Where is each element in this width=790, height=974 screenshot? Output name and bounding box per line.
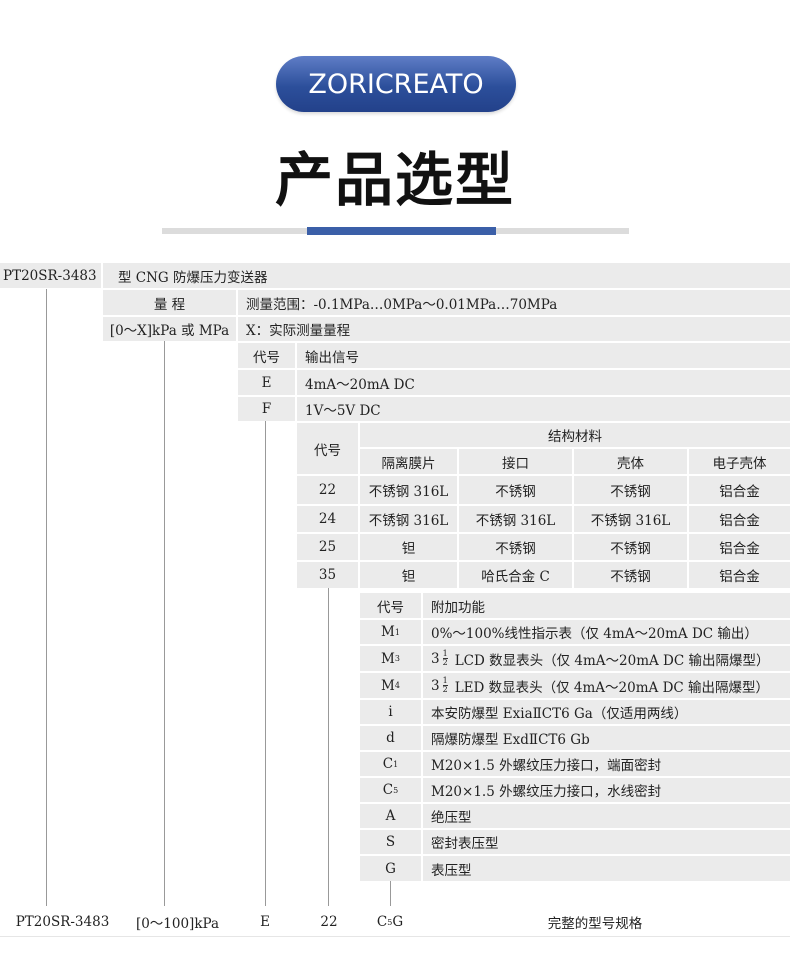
material-cell: 不锈钢 xyxy=(459,534,572,560)
range-code-desc-cell: X：实际测量量程 xyxy=(238,317,790,341)
output-desc-cell: 1V～5V DC xyxy=(297,397,790,421)
function-code-cell: C1 xyxy=(360,752,421,776)
model-desc-cell: 型 CNG 防爆压力变送器 xyxy=(103,263,790,288)
function-desc-header: 附加功能 xyxy=(423,593,790,618)
function-code-cell: d xyxy=(360,726,421,750)
output-code-cell: F xyxy=(238,397,295,421)
function-code-cell: G xyxy=(360,856,421,881)
function-desc-cell: 3 1 2 LED 数显表头（仅 4mA～20mA DC 输出隔爆型） xyxy=(423,673,790,698)
material-cell: 不锈钢 316L xyxy=(574,506,687,532)
connector-line xyxy=(328,588,329,906)
function-desc-cell: 0%～100%线性指示表（仅 4mA～20mA DC 输出） xyxy=(423,620,790,644)
range-desc-cell: 测量范围：-0.1MPa…0MPa～0.01MPa…70MPa xyxy=(238,290,790,315)
material-code-cell: 35 xyxy=(297,562,358,588)
range-code-cell: [0～X]kPa 或 MPa xyxy=(103,317,236,341)
output-code-cell: E xyxy=(238,370,295,395)
material-cell: 哈氏合金 C xyxy=(459,562,572,588)
connector-line xyxy=(265,421,266,906)
material-code-header: 代号 xyxy=(297,423,358,474)
material-cell: 不锈钢 xyxy=(574,562,687,588)
connector-line xyxy=(46,289,47,906)
range-label-cell: 量 程 xyxy=(103,290,236,315)
function-desc-cell: 密封表压型 xyxy=(423,830,790,854)
material-cell: 不锈钢 316L xyxy=(360,476,457,504)
function-desc-cell: 表压型 xyxy=(423,856,790,881)
material-cell: 钽 xyxy=(360,562,457,588)
function-code-cell: M1 xyxy=(360,620,421,644)
example-range: [0～100]kPa xyxy=(135,916,220,932)
model-cell: PT20SR-3483 xyxy=(0,263,101,288)
brand-badge: ZORICREATO xyxy=(276,56,516,112)
function-code-header: 代号 xyxy=(360,593,421,618)
material-cell: 不锈钢 xyxy=(574,534,687,560)
material-cell: 不锈钢 316L xyxy=(459,506,572,532)
output-desc-cell: 4mA～20mA DC xyxy=(297,370,790,395)
example-output: E xyxy=(260,914,270,930)
output-code-header: 代号 xyxy=(238,343,295,368)
material-column-header: 接口 xyxy=(459,449,572,474)
connector-line xyxy=(390,881,391,906)
brand-text: ZORICREATO xyxy=(308,68,484,100)
material-cell: 铝合金 xyxy=(689,534,790,560)
function-code-cell: A xyxy=(360,804,421,828)
function-desc-cell: M20×1.5 外螺纹压力接口，端面密封 xyxy=(423,752,790,776)
fraction-glyph: 12 xyxy=(442,649,448,667)
material-cell: 钽 xyxy=(360,534,457,560)
connector-line xyxy=(164,341,165,906)
output-desc-header: 输出信号 xyxy=(297,343,790,368)
fraction-glyph: 12 xyxy=(442,676,448,694)
material-code-cell: 24 xyxy=(297,506,358,532)
material-code-cell: 22 xyxy=(297,476,358,504)
material-column-header: 隔离膜片 xyxy=(360,449,457,474)
material-cell: 不锈钢 316L xyxy=(360,506,457,532)
function-code-cell: S xyxy=(360,830,421,854)
bottom-divider xyxy=(0,936,790,937)
function-desc-cell: M20×1.5 外螺纹压力接口，水线密封 xyxy=(423,778,790,802)
example-label: 完整的型号规格 xyxy=(547,916,643,932)
function-code-cell: M4 xyxy=(360,673,421,698)
material-column-header: 壳体 xyxy=(574,449,687,474)
example-function: C5G xyxy=(376,914,404,930)
function-desc-cell: 3 1 2 LCD 数显表头（仅 4mA～20mA DC 输出隔爆型） xyxy=(423,646,790,671)
material-cell: 不锈钢 xyxy=(574,476,687,504)
title-underline-accent xyxy=(307,227,496,235)
material-column-header: 电子壳体 xyxy=(689,449,790,474)
function-desc-cell: 隔爆防爆型 ExdⅡCT6 Gb xyxy=(423,726,790,750)
function-code-cell: M3 xyxy=(360,646,421,671)
material-cell: 不锈钢 xyxy=(459,476,572,504)
function-code-cell: C5 xyxy=(360,778,421,802)
function-desc-cell: 绝压型 xyxy=(423,804,790,828)
material-code-cell: 25 xyxy=(297,534,358,560)
example-model: PT20SR-3483 xyxy=(15,914,110,930)
material-cell: 铝合金 xyxy=(689,476,790,504)
example-material: 22 xyxy=(320,914,338,930)
material-cell: 铝合金 xyxy=(689,562,790,588)
function-code-cell: i xyxy=(360,700,421,724)
function-desc-cell: 本安防爆型 ExiaⅡCT6 Ga（仅适用两线） xyxy=(423,700,790,724)
page-title: 产品选型 xyxy=(274,146,515,214)
material-cell: 铝合金 xyxy=(689,506,790,532)
material-group-header: 结构材料 xyxy=(360,423,790,447)
